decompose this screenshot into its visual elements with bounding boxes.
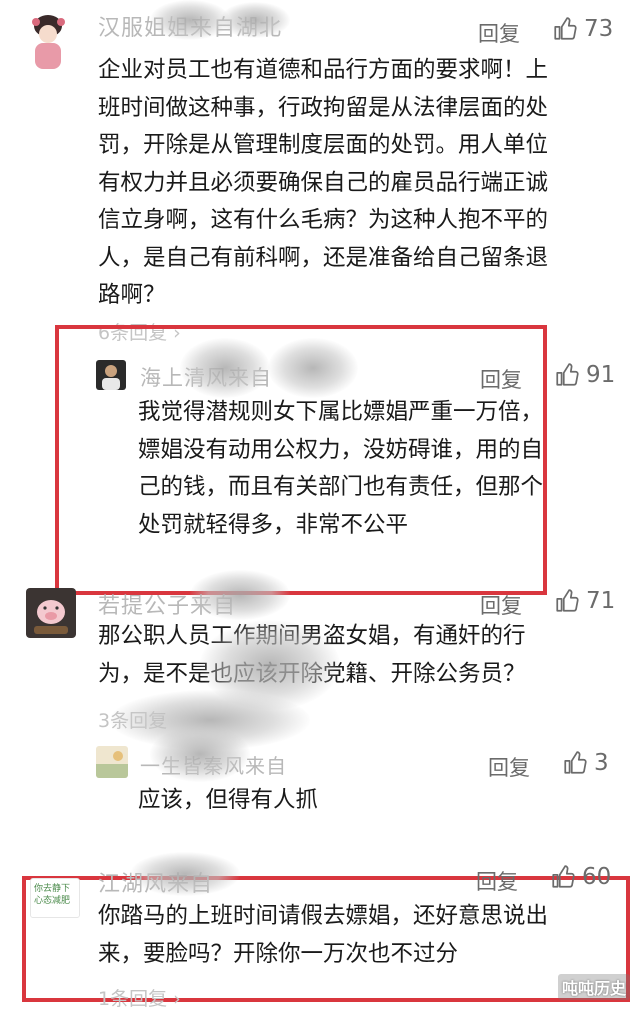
like-button[interactable]: 60: [550, 864, 611, 890]
avatar[interactable]: [96, 746, 128, 778]
like-count: 91: [586, 362, 616, 388]
like-button[interactable]: 91: [554, 362, 615, 388]
thumbs-up-icon: [552, 865, 575, 888]
reply-button[interactable]: 回复: [476, 866, 518, 896]
reply-button[interactable]: 回复: [478, 18, 520, 48]
avatar-illustration-icon: [32, 15, 65, 69]
like-button[interactable]: 3: [562, 750, 609, 776]
thumbs-up-icon: [556, 363, 579, 386]
thumbs-up-icon: [564, 751, 587, 774]
username-blur: [150, 726, 250, 782]
comment-text: 企业对员工也有道德和品行方面的要求啊！上 班时间做这种事，行政拘留是从法律层面的…: [98, 57, 549, 308]
avatar[interactable]: [26, 10, 70, 72]
more-replies-link[interactable]: 1条回复 ›: [98, 984, 181, 1011]
comment-text: 应该，但得有人抓: [138, 787, 319, 813]
avatar[interactable]: 你去静下 心态减肥: [30, 878, 80, 918]
watermark: 吨吨历史: [557, 974, 630, 1000]
like-count: 73: [584, 16, 614, 42]
avatar-text: 你去静下 心态减肥: [34, 884, 71, 906]
reply-button[interactable]: 回复: [480, 590, 522, 620]
reply-button[interactable]: 回复: [480, 364, 522, 394]
like-button[interactable]: 71: [554, 588, 615, 614]
username-blur: [220, 2, 290, 38]
username-blur: [130, 852, 240, 896]
comment-text: 你踏马的上班时间请假去嫖娼，还好意思说出 来，要脸吗？开除你一万次也不过分: [98, 903, 549, 967]
like-count: 71: [586, 588, 616, 614]
avatar-photo-icon: [102, 365, 120, 390]
username-blur: [190, 570, 290, 620]
like-count: 60: [582, 864, 612, 890]
avatar[interactable]: [26, 588, 76, 638]
reply-button[interactable]: 回复: [488, 752, 530, 782]
comment-feed: 汉服姐姐来自湖北 回复 73 企业对员工也有道德和品行方面的要求啊！上 班时间做…: [0, 0, 640, 1012]
avatar[interactable]: [96, 360, 126, 390]
username-blur: [180, 338, 270, 398]
thumbs-up-icon: [554, 17, 577, 40]
comment-text: 那公职人员工作期间男盗女娼，有通奸的行 为，是不是也应该开除党籍、开除公务员？: [98, 618, 618, 693]
piggy-avatar-icon: [34, 600, 68, 634]
like-count: 3: [594, 750, 609, 776]
avatar-landscape-icon: [96, 751, 128, 778]
username-blur: [150, 0, 230, 40]
thumbs-up-icon: [556, 589, 579, 612]
like-button[interactable]: 73: [552, 16, 613, 42]
comment-text: 我觉得潜规则女下属比嫖娼严重一万倍， 嫖娼没有动用公权力，没妨碍谁，用的自 己的…: [138, 399, 544, 538]
username-blur: [268, 338, 358, 398]
